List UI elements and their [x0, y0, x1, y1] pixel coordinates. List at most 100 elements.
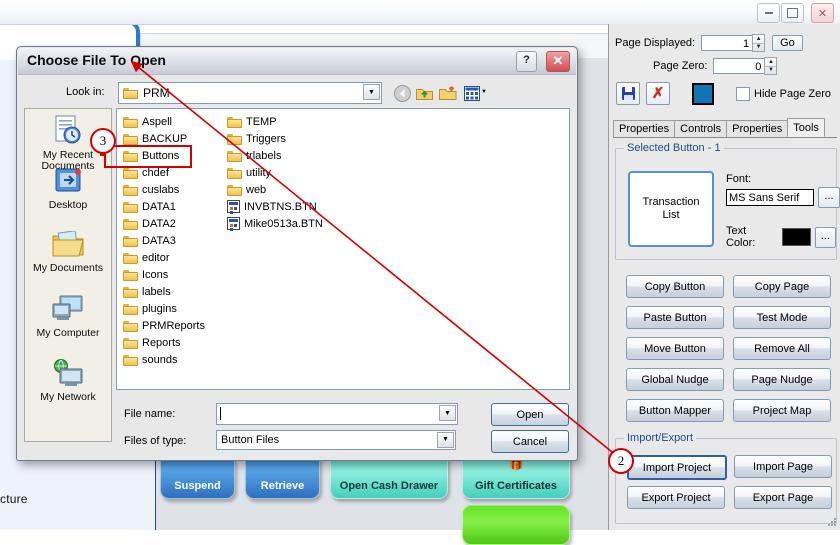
file-list-item[interactable]: INVBTNS.BTN — [227, 198, 323, 215]
window-close-button[interactable]: ✕ — [811, 3, 834, 23]
font-input[interactable]: MS Sans Serif — [726, 189, 814, 206]
place-label: My Computer — [36, 327, 100, 339]
file-list-item[interactable]: DATA3 — [123, 232, 205, 249]
file-list-item[interactable]: sounds — [123, 351, 205, 368]
remove-all-button[interactable]: Remove All — [733, 337, 831, 360]
place-desktop[interactable]: Desktop — [25, 167, 111, 211]
file-list-item[interactable]: plugins — [123, 300, 205, 317]
page-nudge-button[interactable]: Page Nudge — [733, 368, 831, 391]
paste-button-button[interactable]: Paste Button — [626, 306, 724, 329]
discard-button[interactable]: ✗ — [646, 82, 670, 105]
export-page-button[interactable]: Export Page — [734, 486, 832, 509]
global-nudge-button[interactable]: Global Nudge — [626, 368, 724, 391]
copy-page-button[interactable]: Copy Page — [733, 275, 831, 298]
file-list-item[interactable]: web — [227, 181, 323, 198]
pos-button-label: Suspend — [174, 480, 221, 492]
copy-button-button[interactable]: Copy Button — [626, 275, 724, 298]
text-color-browse-button[interactable]: ... — [814, 226, 836, 248]
place-my-recent-documents[interactable]: My Recent Documents — [25, 115, 111, 172]
file-list-item[interactable]: trlabels — [227, 147, 323, 164]
file-list-item[interactable]: DATA1 — [123, 198, 205, 215]
tab-controls[interactable]: Controls — [674, 120, 728, 137]
file-name-input[interactable]: ▼ — [216, 403, 458, 425]
pos-button-blank-green[interactable] — [462, 505, 570, 545]
files-of-type-value: Button Files — [221, 434, 280, 446]
tab-properties-1[interactable]: Properties — [613, 120, 676, 137]
import-project-button[interactable]: Import Project — [627, 455, 727, 480]
import-page-button[interactable]: Import Page — [734, 455, 832, 478]
files-of-type-combobox[interactable]: Button Files ▼ — [216, 430, 456, 450]
file-list-item[interactable]: Triggers — [227, 130, 323, 147]
page-zero-spinner[interactable]: ▲ ▼ — [764, 57, 778, 75]
place-my-network[interactable]: My Network — [25, 359, 111, 403]
file-list-item[interactable]: PRMReports — [123, 317, 205, 334]
cancel-button[interactable]: Cancel — [491, 430, 569, 453]
file-list-item[interactable]: BACKUP — [123, 130, 205, 147]
maximize-icon — [787, 8, 798, 18]
file-list-item-label: cuslabs — [142, 183, 180, 196]
views-dropdown-icon[interactable]: ▼ — [481, 89, 487, 95]
look-in-combobox[interactable]: PRM ▼ — [118, 82, 382, 104]
chevron-down-icon[interactable]: ▼ — [439, 405, 456, 421]
project-map-button[interactable]: Project Map — [733, 399, 831, 422]
page-displayed-spinner[interactable]: ▲ ▼ — [752, 34, 766, 52]
file-list-item[interactable]: editor — [123, 249, 205, 266]
spinner-up-icon[interactable]: ▲ — [765, 58, 777, 67]
go-button[interactable]: Go — [772, 35, 803, 51]
window-maximize-button[interactable] — [781, 3, 804, 23]
font-browse-button[interactable]: ... — [818, 187, 840, 208]
file-list-item[interactable]: chdef — [123, 164, 205, 181]
file-list-item[interactable]: utility — [227, 164, 323, 181]
import-export-group-title: Import/Export — [624, 432, 697, 444]
folder-icon — [227, 150, 242, 162]
file-list-item[interactable]: Mike0513a.BTN — [227, 215, 323, 232]
back-icon[interactable] — [392, 84, 412, 102]
window-minimize-button[interactable] — [757, 3, 780, 23]
new-folder-icon[interactable] — [438, 84, 458, 102]
hide-page-zero-checkbox[interactable] — [736, 86, 750, 101]
file-list[interactable]: Aspell BACKUP Buttons chdef cuslabs DATA1 DATA… — [116, 108, 570, 390]
file-list-item-label: plugins — [142, 302, 177, 315]
my-computer-icon — [25, 295, 111, 326]
save-button[interactable] — [616, 82, 640, 105]
move-button-button[interactable]: Move Button — [626, 337, 724, 360]
resize-grip[interactable] — [825, 516, 837, 528]
file-list-item[interactable]: DATA2 — [123, 215, 205, 232]
spinner-down-icon[interactable]: ▼ — [753, 44, 764, 52]
minimize-icon — [764, 12, 773, 14]
file-list-item[interactable]: Buttons — [123, 147, 205, 164]
page-displayed-input[interactable]: 1 — [701, 35, 754, 51]
file-list-item-label: chdef — [142, 166, 169, 179]
button-mapper-button[interactable]: Button Mapper — [626, 399, 724, 422]
file-list-item[interactable]: TEMP — [227, 113, 323, 130]
spinner-down-icon[interactable]: ▼ — [765, 67, 776, 75]
file-list-item[interactable]: Aspell — [123, 113, 205, 130]
file-list-item[interactable]: Reports — [123, 334, 205, 351]
page-zero-input[interactable]: 0 — [713, 58, 766, 74]
page-color-swatch[interactable] — [692, 82, 714, 105]
folder-icon — [123, 167, 138, 179]
spinner-up-icon[interactable]: ▲ — [753, 35, 765, 44]
tab-tools[interactable]: Tools — [787, 118, 825, 137]
selected-button-preview[interactable]: Transaction List — [628, 171, 714, 247]
file-name-label: File name: — [124, 408, 176, 420]
recent-documents-icon — [25, 115, 111, 148]
dialog-help-button[interactable]: ? — [516, 51, 537, 72]
text-color-swatch[interactable] — [781, 228, 811, 246]
tab-properties-2[interactable]: Properties — [726, 120, 789, 137]
file-list-item[interactable]: cuslabs — [123, 181, 205, 198]
place-my-computer[interactable]: My Computer — [25, 295, 111, 339]
test-mode-button[interactable]: Test Mode — [733, 306, 831, 329]
place-my-documents[interactable]: My Documents — [25, 230, 111, 274]
open-button[interactable]: Open — [491, 403, 569, 426]
export-project-button[interactable]: Export Project — [627, 486, 725, 509]
up-one-level-icon[interactable] — [414, 84, 434, 102]
chevron-down-icon[interactable]: ▼ — [363, 84, 380, 100]
file-list-item[interactable]: labels — [123, 283, 205, 300]
file-list-item-label: INVBTNS.BTN — [244, 200, 317, 213]
folder-icon — [123, 201, 138, 213]
dialog-close-button[interactable]: ✕ — [546, 51, 570, 72]
views-icon[interactable] — [462, 84, 482, 102]
file-list-item[interactable]: Icons — [123, 266, 205, 283]
chevron-down-icon[interactable]: ▼ — [437, 432, 454, 448]
